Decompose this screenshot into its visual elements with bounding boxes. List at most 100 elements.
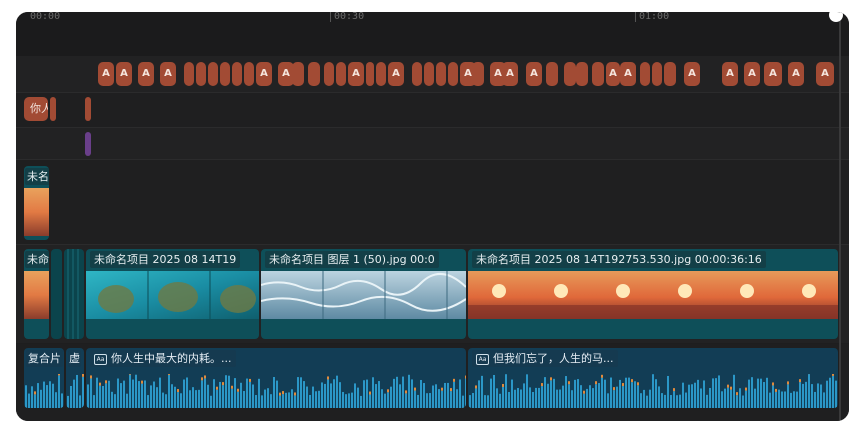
wave-bar	[174, 386, 176, 408]
text-clip[interactable]: A	[744, 62, 760, 86]
wave-bar	[429, 393, 431, 408]
subtitle-clip[interactable]: 你人	[24, 97, 48, 121]
audio-clip-0[interactable]: 复合片	[24, 348, 64, 408]
wave-bar	[366, 379, 368, 408]
text-clip[interactable]	[412, 62, 422, 86]
text-clip[interactable]: A	[606, 62, 620, 86]
text-clip[interactable]: A	[388, 62, 404, 86]
text-clip[interactable]	[220, 62, 230, 86]
text-clip[interactable]	[592, 62, 604, 86]
text-clip[interactable]: A	[764, 62, 782, 86]
text-clip[interactable]: A	[138, 62, 154, 86]
sunset-thumbnail	[24, 271, 49, 319]
text-clip[interactable]: A	[98, 62, 114, 86]
text-clip[interactable]	[424, 62, 434, 86]
text-clip[interactable]	[292, 62, 304, 86]
text-clip[interactable]	[366, 62, 374, 86]
audio-clip-1[interactable]: 虚	[66, 348, 84, 408]
wave-bar	[417, 394, 419, 408]
wave-bar	[255, 395, 257, 408]
text-clip[interactable]	[436, 62, 446, 86]
text-clip[interactable]: A	[526, 62, 542, 86]
text-clip[interactable]: A	[256, 62, 272, 86]
main-clip-0[interactable]: 未命	[24, 249, 49, 339]
wave-peak	[727, 384, 729, 388]
text-clip[interactable]	[308, 62, 320, 86]
effect-track[interactable]	[16, 128, 849, 159]
playhead-line[interactable]	[829, 12, 843, 421]
text-clip[interactable]	[196, 62, 206, 86]
text-clip[interactable]	[232, 62, 242, 86]
wave-bar	[342, 391, 344, 408]
text-clip[interactable]	[336, 62, 346, 86]
overlay-track[interactable]	[16, 160, 849, 244]
wave-bar	[183, 379, 185, 408]
wave-bar	[550, 380, 552, 408]
text-clip[interactable]: A	[160, 62, 176, 86]
text-clip[interactable]	[564, 62, 576, 86]
reef-thumbnails	[86, 271, 259, 319]
wave-bar	[462, 395, 464, 408]
wave-bar	[222, 385, 224, 408]
text-clip[interactable]	[324, 62, 334, 86]
text-clip[interactable]	[640, 62, 650, 86]
text-clip[interactable]	[184, 62, 194, 86]
main-clip-1[interactable]: 未命名项目 2025 08 14T19	[86, 249, 259, 339]
timeline-panel[interactable]: 00:00 00:30 01:00 AAAAAAAAAAAAAAAAAAAA 你…	[16, 12, 849, 421]
wave-bar	[213, 379, 215, 408]
wave-bar	[484, 395, 486, 408]
main-clip-thin[interactable]	[51, 249, 62, 339]
text-clip[interactable]	[576, 62, 588, 86]
text-clip[interactable]: A	[502, 62, 518, 86]
audio-clip-3[interactable]: Aa 但我们忘了，人生的马...	[468, 348, 838, 408]
effect-clip[interactable]	[85, 132, 91, 156]
text-clip[interactable]: A	[348, 62, 364, 86]
wave-bar	[192, 387, 194, 408]
text-clip[interactable]: A	[620, 62, 636, 86]
text-clip[interactable]	[448, 62, 458, 86]
text-clip[interactable]: A	[816, 62, 834, 86]
text-clip[interactable]: A	[722, 62, 738, 86]
wave-bar	[610, 377, 612, 408]
subtitle-clip-label: 你人	[30, 102, 48, 115]
text-clip[interactable]	[546, 62, 558, 86]
wave-bar	[511, 379, 513, 408]
wave-bar	[393, 378, 395, 408]
caption-icon: Aa	[476, 353, 489, 365]
audio-clip-2[interactable]: Aa 你人生中最大的内耗。...	[86, 348, 466, 408]
wave-bar	[396, 376, 398, 408]
subtitle-clip-small[interactable]	[85, 97, 91, 121]
subtitle-clip-small[interactable]	[50, 97, 56, 121]
wave-bar	[114, 394, 116, 408]
text-clip[interactable]	[472, 62, 484, 86]
wave-bar	[243, 391, 245, 408]
wave-bar	[348, 393, 350, 408]
time-ruler[interactable]: 00:00 00:30 01:00	[16, 12, 849, 56]
subtitle-track[interactable]	[16, 93, 849, 127]
overlay-clip[interactable]: 未名	[24, 166, 49, 240]
wave-bar	[28, 393, 30, 408]
playhead-handle[interactable]	[829, 12, 843, 22]
main-clip-thin[interactable]	[64, 249, 84, 339]
main-clip-2[interactable]: 未命名项目 图层 1 (50).jpg 00:0	[261, 249, 466, 339]
wave-peak	[745, 387, 747, 391]
wave-peak	[541, 383, 543, 387]
wave-bar	[754, 388, 756, 408]
wave-bar	[378, 381, 380, 408]
wave-bar	[547, 383, 549, 408]
main-clip-3[interactable]: 未命名项目 2025 08 14T192753.530.jpg 00:00:36…	[468, 249, 838, 339]
text-clip[interactable]	[208, 62, 218, 86]
water-thumbnails	[261, 271, 466, 319]
text-clip[interactable]	[376, 62, 386, 86]
text-clip[interactable]: A	[788, 62, 804, 86]
wave-bar	[475, 388, 477, 408]
wave-peak	[631, 379, 633, 383]
text-clip[interactable]	[244, 62, 254, 86]
wave-bar	[387, 392, 389, 408]
text-clip[interactable]: A	[684, 62, 700, 86]
text-clip[interactable]: A	[116, 62, 132, 86]
wave-bar	[703, 380, 705, 408]
wave-bar	[46, 385, 48, 408]
text-clip[interactable]	[652, 62, 662, 86]
text-clip[interactable]	[664, 62, 676, 86]
